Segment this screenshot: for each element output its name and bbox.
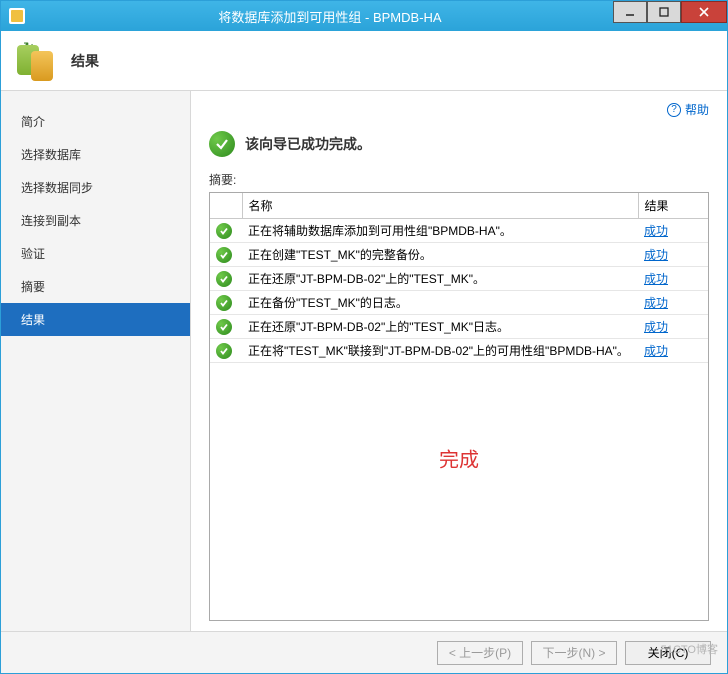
sidebar-item-connect-replica[interactable]: 连接到副本 (1, 204, 190, 237)
row-name: 正在还原"JT-BPM-DB-02"上的"TEST_MK"。 (242, 267, 638, 291)
sidebar-item-intro[interactable]: 简介 (1, 105, 190, 138)
app-icon (9, 8, 25, 24)
summary-label: 摘要: (209, 171, 709, 188)
header: ↻ 结果 (1, 31, 727, 91)
row-status-icon (210, 267, 242, 291)
check-icon (216, 223, 232, 239)
result-table: 名称 结果 正在将辅助数据库添加到可用性组"BPMDB-HA"。成功正在创建"T… (209, 192, 709, 621)
titlebar[interactable]: 将数据库添加到可用性组 - BPMDB-HA (1, 1, 727, 31)
body: 简介 选择数据库 选择数据同步 连接到副本 验证 摘要 结果 ? 帮助 该向导已… (1, 91, 727, 631)
prev-button: < 上一步(P) (437, 641, 523, 665)
success-check-icon (209, 131, 235, 157)
row-status-icon (210, 243, 242, 267)
footer: < 上一步(P) 下一步(N) > 关闭(C) (1, 631, 727, 673)
page-title: 结果 (71, 51, 99, 71)
success-banner: 该向导已成功完成。 (209, 131, 709, 157)
done-overlay: 完成 (439, 443, 479, 472)
row-status-icon (210, 291, 242, 315)
close-button[interactable] (681, 1, 727, 23)
row-name: 正在将"TEST_MK"联接到"JT-BPM-DB-02"上的可用性组"BPMD… (242, 339, 638, 363)
row-result-link[interactable]: 成功 (644, 344, 668, 358)
row-status-icon (210, 219, 242, 243)
row-status-icon (210, 339, 242, 363)
maximize-button[interactable] (647, 1, 681, 23)
table-row: 正在备份"TEST_MK"的日志。成功 (210, 291, 708, 315)
row-name: 正在将辅助数据库添加到可用性组"BPMDB-HA"。 (242, 219, 638, 243)
table-row: 正在将辅助数据库添加到可用性组"BPMDB-HA"。成功 (210, 219, 708, 243)
table-row: 正在还原"JT-BPM-DB-02"上的"TEST_MK"。成功 (210, 267, 708, 291)
row-name: 正在备份"TEST_MK"的日志。 (242, 291, 638, 315)
table-row: 正在还原"JT-BPM-DB-02"上的"TEST_MK"日志。成功 (210, 315, 708, 339)
check-icon (216, 271, 232, 287)
dialog-window: 将数据库添加到可用性组 - BPMDB-HA ↻ 结果 简介 选择数据库 选择数… (0, 0, 728, 674)
content-area: ? 帮助 该向导已成功完成。 摘要: 名称 结果 (191, 91, 727, 631)
row-result-link[interactable]: 成功 (644, 320, 668, 334)
row-result-link[interactable]: 成功 (644, 224, 668, 238)
next-button: 下一步(N) > (531, 641, 617, 665)
window-controls (613, 1, 727, 23)
col-header-result[interactable]: 结果 (638, 193, 708, 219)
sidebar-item-result[interactable]: 结果 (1, 303, 190, 336)
sidebar-item-validate[interactable]: 验证 (1, 237, 190, 270)
row-name: 正在创建"TEST_MK"的完整备份。 (242, 243, 638, 267)
row-result-link[interactable]: 成功 (644, 296, 668, 310)
help-label: 帮助 (685, 101, 709, 118)
watermark: 51CTO博客 (661, 641, 718, 657)
check-icon (216, 319, 232, 335)
minimize-button[interactable] (613, 1, 647, 23)
sidebar-item-summary[interactable]: 摘要 (1, 270, 190, 303)
check-icon (216, 247, 232, 263)
sidebar-item-select-db[interactable]: 选择数据库 (1, 138, 190, 171)
help-link[interactable]: ? 帮助 (667, 101, 709, 118)
check-icon (216, 343, 232, 359)
row-name: 正在还原"JT-BPM-DB-02"上的"TEST_MK"日志。 (242, 315, 638, 339)
sidebar: 简介 选择数据库 选择数据同步 连接到副本 验证 摘要 结果 (1, 91, 191, 631)
check-icon (216, 295, 232, 311)
success-message: 该向导已成功完成。 (245, 134, 371, 154)
help-icon: ? (667, 103, 681, 117)
row-status-icon (210, 315, 242, 339)
row-result-link[interactable]: 成功 (644, 248, 668, 262)
wizard-icon: ↻ (17, 41, 57, 81)
table-row: 正在将"TEST_MK"联接到"JT-BPM-DB-02"上的可用性组"BPMD… (210, 339, 708, 363)
col-header-name[interactable]: 名称 (242, 193, 638, 219)
row-result-link[interactable]: 成功 (644, 272, 668, 286)
sidebar-item-data-sync[interactable]: 选择数据同步 (1, 171, 190, 204)
table-row: 正在创建"TEST_MK"的完整备份。成功 (210, 243, 708, 267)
